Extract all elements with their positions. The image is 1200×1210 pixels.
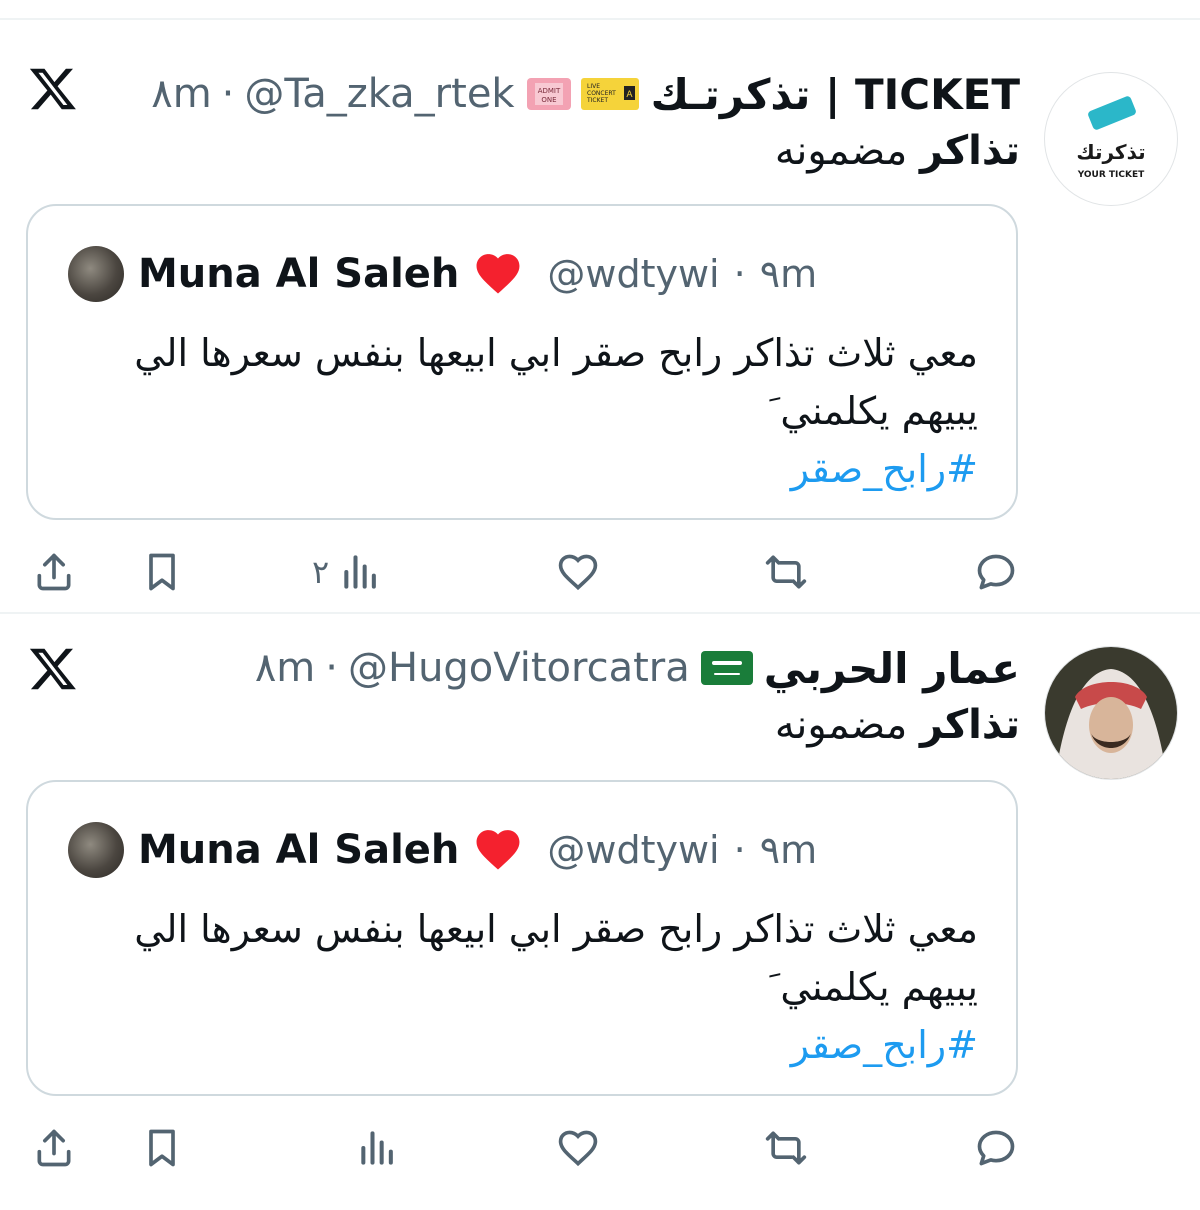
- svg-text:YOUR TICKET: YOUR TICKET: [1077, 170, 1145, 180]
- views-button[interactable]: ٢: [312, 550, 383, 594]
- svg-text:تذكرتك: تذكرتك: [1076, 140, 1145, 164]
- admit-one-ticket-icon: ADMIT ONE: [526, 78, 571, 110]
- bookmark-button[interactable]: [140, 550, 184, 594]
- saudi-flag-icon: [700, 651, 753, 685]
- quote-text: معي ثلاث تذاكر رابح صقر ابي ابيعها بنفس …: [58, 900, 978, 1074]
- heart-outline-icon: [558, 554, 598, 591]
- quote-avatar[interactable]: [68, 822, 124, 878]
- avatar[interactable]: تذكرتك YOUR TICKET: [1044, 72, 1178, 206]
- author-handle[interactable]: @HugoVitorcatra: [348, 645, 690, 691]
- share-button[interactable]: [32, 550, 76, 594]
- red-heart-icon: [473, 825, 523, 875]
- quote-avatar[interactable]: [68, 246, 124, 302]
- tweet-header: عمار الحربي @HugoVitorcatra · ٨m: [255, 640, 1020, 696]
- action-bar: ٢: [0, 540, 1200, 604]
- author-handle[interactable]: @Ta_zka_rtek: [244, 71, 514, 117]
- retweet-icon: [765, 1131, 807, 1165]
- quote-line-2: يبيهم يكلمني َ: [769, 965, 978, 1009]
- quote-author-handle[interactable]: @wdtywi: [547, 252, 719, 296]
- quote-line-1: معي ثلاث تذاكر رابح صقر ابي ابيعها بنفس …: [134, 907, 978, 951]
- views-chart-icon: [344, 555, 377, 589]
- tweet-text-rest: مضمونه: [774, 128, 921, 174]
- ticket-logo-icon: تذكرتك YOUR TICKET: [1076, 96, 1146, 180]
- concert-ticket-icon: LIVE CONCERT TICKET A: [580, 78, 639, 110]
- timestamp[interactable]: ٨m: [255, 645, 315, 691]
- svg-text:ONE: ONE: [541, 96, 556, 104]
- action-bar: [0, 1116, 1200, 1180]
- quote-separator: ·: [733, 828, 746, 872]
- saudi-flag-emoji: [700, 649, 754, 687]
- x-logo-icon[interactable]: [28, 644, 78, 694]
- views-count: ٢: [312, 553, 330, 591]
- quote-line-1: معي ثلاث تذاكر رابح صقر ابي ابيعها بنفس …: [134, 331, 978, 375]
- tweet-text-rest: مضمونه: [774, 702, 921, 748]
- tweet-text-bold: تذاكر: [920, 128, 1020, 174]
- tweet-1[interactable]: تذكرتك YOUR TICKET تذكرتـك | TICKET ADMI…: [0, 20, 1200, 616]
- quote-header: Muna Al Saleh @wdtywi · ٩m: [68, 820, 817, 880]
- retweet-button[interactable]: [764, 1126, 808, 1170]
- separator: ·: [221, 71, 235, 117]
- tweet-header: تذكرتـك | TICKET ADMIT ONE LIVE CONCERT …: [151, 66, 1020, 122]
- reply-icon: [977, 1130, 1015, 1166]
- share-icon: [37, 553, 71, 591]
- share-icon: [37, 1129, 71, 1167]
- views-button[interactable]: [346, 1126, 400, 1170]
- svg-text:ADMIT: ADMIT: [537, 87, 560, 95]
- quote-author-handle[interactable]: @wdtywi: [547, 828, 719, 872]
- hashtag-link[interactable]: #رابح_صقر: [58, 1016, 978, 1074]
- quoted-tweet[interactable]: Muna Al Saleh @wdtywi · ٩m معي ثلاث تذاك…: [26, 780, 1018, 1096]
- heart-outline-icon: [558, 1130, 598, 1167]
- separator: ·: [325, 645, 338, 691]
- bookmark-icon: [149, 553, 175, 591]
- quoted-tweet[interactable]: Muna Al Saleh @wdtywi · ٩m معي ثلاث تذاك…: [26, 204, 1018, 520]
- like-button[interactable]: [556, 550, 600, 594]
- quote-timestamp[interactable]: ٩m: [760, 828, 817, 872]
- timestamp[interactable]: ٨m: [151, 71, 211, 117]
- svg-text:LIVE: LIVE: [587, 83, 600, 90]
- reply-button[interactable]: [974, 1126, 1018, 1170]
- quote-line-2: يبيهم يكلمني َ: [769, 389, 978, 433]
- tweet-text: تذاكر مضمونه: [775, 702, 1020, 748]
- quote-text: معي ثلاث تذاكر رابح صقر ابي ابيعها بنفس …: [58, 324, 978, 498]
- tweet-2[interactable]: عمار الحربي @HugoVitorcatra · ٨m تذاكر م…: [0, 614, 1200, 1210]
- svg-text:TICKET: TICKET: [586, 97, 608, 104]
- ticket-emojis: ADMIT ONE LIVE CONCERT TICKET A: [525, 74, 641, 114]
- views-chart-icon: [361, 1131, 393, 1165]
- tweet-text-bold: تذاكر: [920, 702, 1020, 748]
- quote-author-name[interactable]: Muna Al Saleh: [138, 827, 459, 873]
- author-name[interactable]: عمار الحربي: [764, 644, 1020, 693]
- author-name[interactable]: تذكرتـك | TICKET: [651, 70, 1020, 119]
- hashtag-link[interactable]: #رابح_صقر: [58, 440, 978, 498]
- quote-author-name[interactable]: Muna Al Saleh: [138, 251, 459, 297]
- retweet-button[interactable]: [764, 550, 808, 594]
- svg-text:CONCERT: CONCERT: [587, 90, 616, 97]
- bookmark-icon: [149, 1129, 175, 1167]
- quote-separator: ·: [733, 252, 746, 296]
- tweet-text: تذاكر مضمونه: [775, 128, 1020, 174]
- retweet-icon: [765, 555, 807, 589]
- reply-button[interactable]: [974, 550, 1018, 594]
- reply-icon: [977, 554, 1015, 590]
- x-logo-icon[interactable]: [28, 64, 78, 114]
- red-heart-icon: [473, 249, 523, 299]
- profile-photo-icon: [1045, 647, 1177, 779]
- quote-header: Muna Al Saleh @wdtywi · ٩m: [68, 244, 817, 304]
- avatar[interactable]: [1044, 646, 1178, 780]
- quote-timestamp[interactable]: ٩m: [760, 252, 817, 296]
- like-button[interactable]: [556, 1126, 600, 1170]
- bookmark-button[interactable]: [140, 1126, 184, 1170]
- share-button[interactable]: [32, 1126, 76, 1170]
- svg-text:A: A: [626, 90, 633, 100]
